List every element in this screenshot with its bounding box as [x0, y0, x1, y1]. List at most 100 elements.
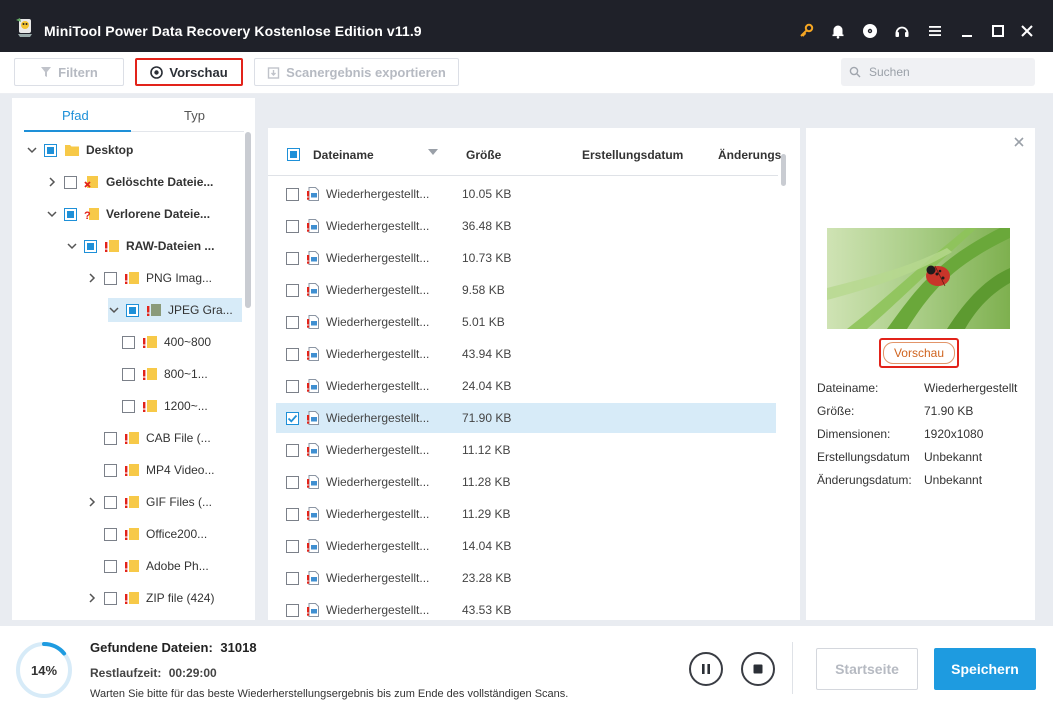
pause-button[interactable] [689, 652, 723, 686]
file-row[interactable]: Wiederhergestellt... 9.58 KB [276, 275, 776, 305]
maximize-icon[interactable] [989, 22, 1007, 40]
col-groesse[interactable]: Größe [466, 148, 501, 162]
file-row[interactable]: Wiederhergestellt... 5.01 KB [276, 307, 776, 337]
tree-item-checkbox[interactable] [104, 559, 117, 573]
tree-item-checkbox[interactable] [64, 175, 77, 189]
tree-item[interactable]: Gelöschte Dateie... [46, 170, 213, 194]
file-row-checkbox[interactable] [286, 475, 299, 489]
tree-item[interactable]: Adobe Ph... [86, 554, 209, 578]
tree-item[interactable]: Desktop [26, 138, 133, 162]
col-aenderungsdatum[interactable]: Änderungs [718, 148, 781, 162]
tree-item[interactable]: ? Verlorene Dateie... [46, 202, 210, 226]
col-dateiname[interactable]: Dateiname [313, 148, 374, 162]
search-input[interactable] [869, 62, 1029, 82]
tree-item[interactable]: PNG Imag... [86, 266, 212, 290]
image-file-icon [307, 347, 319, 361]
tree-item[interactable]: CAB File (... [86, 426, 211, 450]
file-row[interactable]: Wiederhergestellt... 11.28 KB [276, 467, 776, 497]
minimize-icon[interactable] [958, 22, 976, 40]
bell-icon[interactable] [829, 22, 847, 40]
tree-item-checkbox[interactable] [104, 495, 117, 509]
chevron-right-icon[interactable] [86, 592, 98, 604]
col-erstellungsdatum[interactable]: Erstellungsdatum [582, 148, 683, 162]
tree-item[interactable]: ZIP file (424) [86, 586, 214, 610]
file-row[interactable]: Wiederhergestellt... 43.94 KB [276, 339, 776, 369]
file-row-checkbox[interactable] [286, 187, 299, 201]
file-row-checkbox[interactable] [286, 507, 299, 521]
menu-icon[interactable] [926, 22, 944, 40]
tree-item-label: 400~800 [164, 335, 212, 349]
tree-item-checkbox[interactable] [122, 335, 135, 349]
chevron-down-icon[interactable] [46, 208, 58, 220]
filter-button[interactable]: Filtern [14, 58, 124, 86]
preview-button[interactable]: Vorschau [879, 338, 959, 368]
select-all-checkbox[interactable] [287, 148, 300, 161]
file-row[interactable]: Wiederhergestellt... 11.12 KB [276, 435, 776, 465]
stop-button[interactable] [741, 652, 775, 686]
chevron-down-icon[interactable] [26, 144, 38, 156]
tree-item[interactable]: 1200~... [122, 394, 208, 418]
tree-item-checkbox[interactable] [104, 591, 117, 605]
disc-icon[interactable] [861, 22, 879, 40]
tree-item[interactable]: MP4 Video... [86, 458, 214, 482]
raw-folder-icon [125, 272, 139, 284]
file-row[interactable]: Wiederhergestellt... 14.04 KB [276, 531, 776, 561]
chevron-right-icon[interactable] [86, 496, 98, 508]
file-name: Wiederhergestellt... [326, 507, 430, 521]
tree-item[interactable]: GIF Files (... [86, 490, 212, 514]
chevron-right-icon[interactable] [86, 272, 98, 284]
tree-item[interactable]: JPEG Gra... [108, 298, 242, 322]
file-row-checkbox[interactable] [286, 315, 299, 329]
chevron-down-icon[interactable] [108, 304, 120, 316]
tree-item[interactable]: RAW-Dateien ... [66, 234, 214, 258]
file-row[interactable]: Wiederhergestellt... 43.53 KB [276, 595, 776, 625]
file-row[interactable]: Wiederhergestellt... 10.73 KB [276, 243, 776, 273]
close-preview-icon[interactable] [1013, 136, 1025, 148]
tree-item-checkbox[interactable] [64, 207, 77, 221]
file-row-checkbox[interactable] [286, 443, 299, 457]
key-icon[interactable] [797, 22, 815, 40]
preview-toolbar-button[interactable]: Vorschau [135, 58, 243, 86]
export-scan-button[interactable]: Scanergebnis exportieren [254, 58, 459, 86]
file-row-checkbox[interactable] [286, 283, 299, 297]
tree-item-checkbox[interactable] [104, 431, 117, 445]
file-row[interactable]: Wiederhergestellt... 36.48 KB [276, 211, 776, 241]
tree-item-checkbox[interactable] [104, 271, 117, 285]
tree-item-checkbox[interactable] [104, 463, 117, 477]
tree-item-checkbox[interactable] [126, 303, 139, 317]
tree-item-checkbox[interactable] [104, 527, 117, 541]
file-row-checkbox[interactable] [286, 379, 299, 393]
tree-scrollbar[interactable] [245, 132, 251, 308]
tree-item[interactable]: 800~1... [122, 362, 208, 386]
home-button[interactable]: Startseite [816, 648, 918, 690]
file-row[interactable]: Wiederhergestellt... 10.05 KB [276, 179, 776, 209]
tree-item[interactable]: 400~800 [122, 330, 211, 354]
save-button[interactable]: Speichern [934, 648, 1036, 690]
close-icon[interactable] [1018, 22, 1036, 40]
filter-label: Filtern [58, 64, 98, 80]
file-row-checkbox[interactable] [286, 603, 299, 617]
file-info-key: Dimensionen: [817, 427, 891, 441]
file-row-checkbox[interactable] [286, 539, 299, 553]
file-list-scrollbar[interactable] [781, 154, 786, 186]
headphones-icon[interactable] [893, 22, 911, 40]
file-row-checkbox[interactable] [286, 571, 299, 585]
file-row-checkbox[interactable] [286, 219, 299, 233]
tab-pfad[interactable]: Pfad [62, 108, 89, 123]
file-row-checkbox[interactable] [286, 411, 299, 425]
tree-item[interactable]: Office200... [86, 522, 207, 546]
file-row[interactable]: Wiederhergestellt... 11.29 KB [276, 499, 776, 529]
tree-item-checkbox[interactable] [122, 399, 135, 413]
tree-item-checkbox[interactable] [84, 239, 97, 253]
chevron-right-icon[interactable] [46, 176, 58, 188]
tab-typ[interactable]: Typ [184, 108, 205, 123]
tree-item-checkbox[interactable] [122, 367, 135, 381]
file-row[interactable]: Wiederhergestellt... 71.90 KB [276, 403, 776, 433]
file-row-checkbox[interactable] [286, 347, 299, 361]
file-row[interactable]: Wiederhergestellt... 24.04 KB [276, 371, 776, 401]
sort-desc-icon[interactable] [428, 149, 438, 157]
chevron-down-icon[interactable] [66, 240, 78, 252]
file-row[interactable]: Wiederhergestellt... 23.28 KB [276, 563, 776, 593]
tree-item-checkbox[interactable] [44, 143, 57, 157]
file-row-checkbox[interactable] [286, 251, 299, 265]
